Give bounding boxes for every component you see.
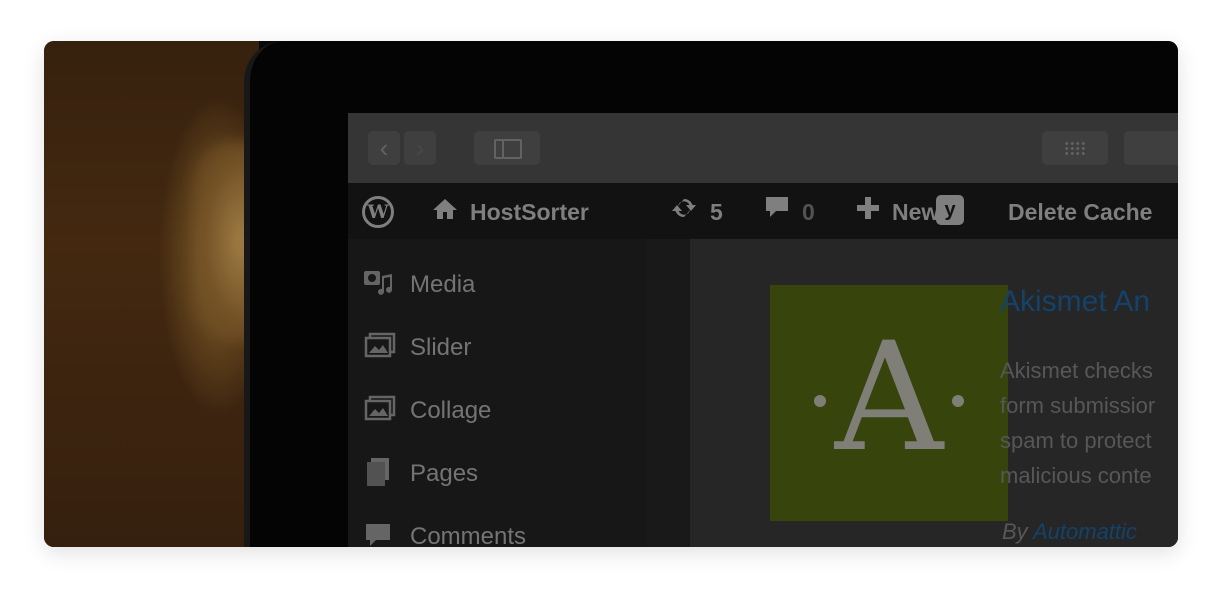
plugin-title[interactable]: Akismet An	[1000, 285, 1150, 319]
plugin-description-line: form submissior	[1000, 393, 1156, 418]
plugin-description-line: Akismet checks	[1000, 358, 1153, 383]
plugin-description: Akismet checks form submissior spam to p…	[1000, 353, 1178, 493]
plugin-description-line: malicious conte	[1000, 463, 1152, 488]
author-link[interactable]: Automattic	[1033, 519, 1137, 544]
author-prefix: By	[1002, 519, 1028, 544]
plugin-text-layer: Akismet An Akismet checks form submissio…	[44, 41, 1178, 547]
plugin-description-line: spam to protect	[1000, 428, 1152, 453]
plugin-author: By Automattic	[1002, 519, 1137, 545]
